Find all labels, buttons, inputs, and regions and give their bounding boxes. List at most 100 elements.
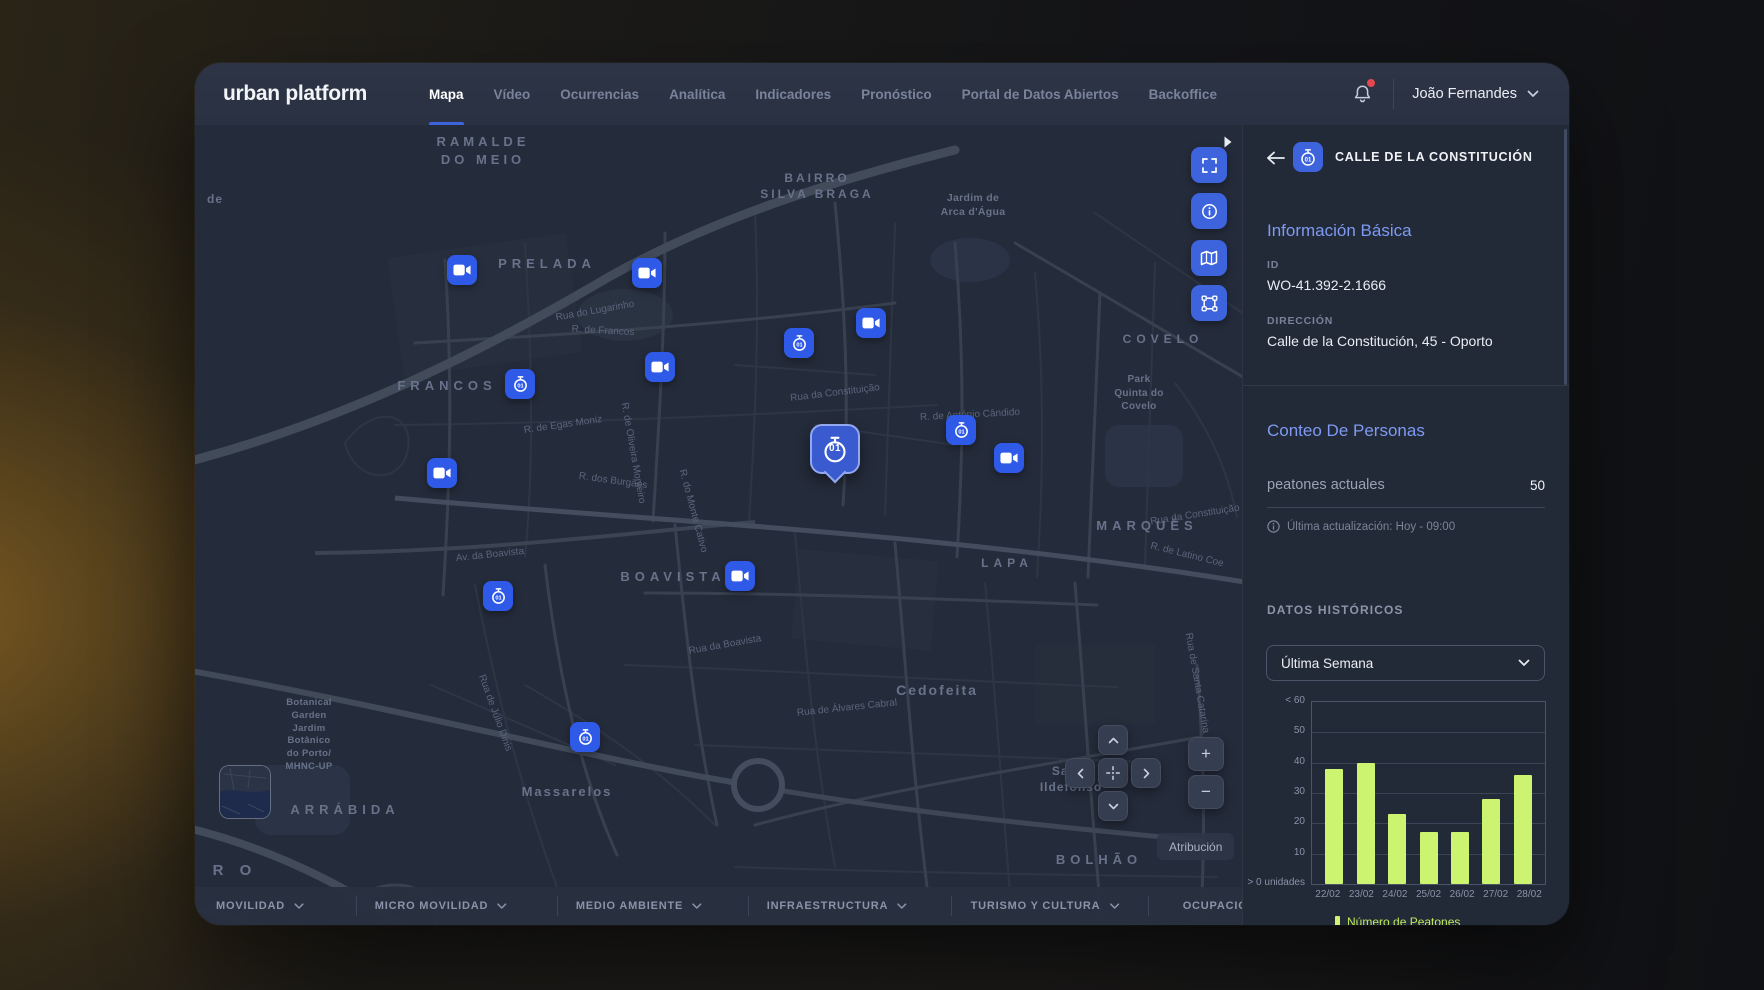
video-camera-icon (731, 569, 749, 583)
category-label: MICRO MOVILIDAD (375, 900, 488, 912)
zoom-in-button[interactable]: + (1188, 737, 1224, 771)
people-counter-icon: 01 (1299, 148, 1317, 167)
desktop-background: urban platform MapaVídeoOcurrenciasAnalí… (0, 0, 1764, 990)
chart-y-tick: > 0 unidades (1245, 877, 1305, 888)
arrow-left-icon (1266, 151, 1286, 165)
tab-mapa[interactable]: Mapa (429, 63, 464, 125)
nav-divider (1393, 79, 1394, 109)
video-camera-icon (1000, 451, 1018, 465)
category-micro-movilidad[interactable]: MICRO MOVILIDAD (375, 887, 507, 925)
tab-backoffice[interactable]: Backoffice (1149, 63, 1217, 125)
category-scroll-right[interactable] (1223, 135, 1233, 154)
selected-counter-marker[interactable]: 01 (810, 424, 860, 474)
info-circle-icon (1267, 520, 1280, 533)
counter-marker[interactable]: 01 (483, 581, 513, 611)
chart-y-tick: 20 (1245, 816, 1305, 827)
crosshair-icon (1106, 766, 1120, 780)
mini-map[interactable] (219, 765, 271, 819)
period-dropdown-value: Última Semana (1281, 656, 1373, 671)
chart-y-tick: 10 (1245, 847, 1305, 858)
section-divider (1243, 385, 1569, 386)
pan-center-button[interactable] (1098, 758, 1128, 788)
history-bar-chart: < 605040302010> 0 unidades 22/0223/0224/… (1243, 693, 1569, 925)
counter-marker[interactable]: 01 (570, 722, 600, 752)
people-counter-icon: 01 (953, 421, 970, 439)
app-window: urban platform MapaVídeoOcurrenciasAnalí… (195, 63, 1569, 925)
map-district-label: Jardim de Arca d'Água (941, 191, 1006, 219)
tab-pronostico[interactable]: Pronóstico (861, 63, 932, 125)
svg-text:01: 01 (495, 596, 501, 602)
info-button[interactable] (1191, 193, 1227, 229)
chart-x-label: 23/02 (1345, 889, 1379, 900)
camera-marker[interactable] (994, 443, 1024, 473)
chevron-down-icon (1109, 903, 1119, 910)
chevron-down-icon (1518, 659, 1530, 667)
counter-marker[interactable]: 01 (784, 328, 814, 358)
camera-marker[interactable] (645, 352, 675, 382)
id-label: ID (1267, 259, 1279, 271)
map-district-label: COVELO (1123, 331, 1204, 347)
category-divider (1148, 896, 1149, 916)
video-camera-icon (638, 266, 656, 280)
user-menu[interactable]: João Fernandes (1412, 86, 1539, 102)
chart-x-label: 22/02 (1311, 889, 1345, 900)
fullscreen-icon (1201, 157, 1218, 174)
tab-ocurrencias[interactable]: Ocurrencias (560, 63, 639, 125)
counter-marker[interactable]: 01 (505, 369, 535, 399)
address-value: Calle de la Constitución, 45 - Oporto (1267, 333, 1493, 349)
category-turismo-y-cultura[interactable]: TURISMO Y CULTURA (971, 887, 1120, 925)
zoom-out-button[interactable]: − (1188, 775, 1224, 809)
selected-marker-label: 01 (829, 443, 841, 454)
notification-badge (1367, 79, 1375, 87)
section-heading-count: Conteo De Personas (1267, 421, 1425, 441)
pan-right-button[interactable] (1131, 758, 1161, 788)
legend-label: Número de Peatones (1347, 915, 1460, 925)
category-divider (951, 896, 952, 916)
map-district-label: de (207, 191, 223, 207)
pan-up-button[interactable] (1098, 725, 1128, 755)
category-medio-ambiente[interactable]: MEDIO AMBIENTE (576, 887, 702, 925)
svg-text:01: 01 (1305, 157, 1312, 163)
camera-marker[interactable] (447, 255, 477, 285)
detail-sidebar: 01 CALLE DE LA CONSTITUCIÓN Información … (1242, 125, 1569, 925)
video-camera-icon (433, 466, 451, 480)
notifications-button[interactable] (1349, 81, 1375, 107)
main-stage: RAMALDE DO MEIOBAIRRO SILVA BRAGAJardim … (195, 125, 1569, 925)
chevron-down-icon (294, 903, 304, 910)
metric-row: peatones actuales 50 (1267, 477, 1545, 493)
attribution-button[interactable]: Atribución (1157, 833, 1234, 860)
pan-down-button[interactable] (1098, 791, 1128, 821)
svg-text:01: 01 (958, 430, 964, 436)
chart-y-tick: 30 (1245, 786, 1305, 797)
tab-indicadores[interactable]: Indicadores (755, 63, 831, 125)
tab-portal-de-datos-abiertos[interactable]: Portal de Datos Abiertos (962, 63, 1119, 125)
sidebar-scrollbar[interactable] (1564, 129, 1567, 385)
map-icon (1200, 250, 1218, 266)
period-dropdown[interactable]: Última Semana (1266, 645, 1545, 681)
camera-marker[interactable] (427, 458, 457, 488)
counter-marker[interactable]: 01 (946, 415, 976, 445)
camera-marker[interactable] (725, 561, 755, 591)
select-area-button[interactable] (1191, 285, 1227, 321)
tab-video[interactable]: Vídeo (494, 63, 531, 125)
back-button[interactable] (1263, 145, 1289, 171)
chart-x-label: 24/02 (1378, 889, 1412, 900)
camera-marker[interactable] (632, 258, 662, 288)
camera-marker[interactable] (856, 308, 886, 338)
tab-analitica[interactable]: Analítica (669, 63, 725, 125)
layers-button[interactable] (1191, 240, 1227, 276)
people-counter-icon: 01 (577, 728, 594, 746)
category-ocupacion[interactable]: OCUPACIÓN (1183, 887, 1243, 925)
pan-left-button[interactable] (1065, 758, 1095, 788)
info-icon (1201, 203, 1218, 220)
category-label: MEDIO AMBIENTE (576, 900, 683, 912)
chevron-down-icon (497, 903, 507, 910)
category-divider (557, 896, 558, 916)
category-infraestructura[interactable]: INFRAESTRUCTURA (767, 887, 907, 925)
map-district-label: LAPA (981, 555, 1033, 571)
fullscreen-button[interactable] (1191, 147, 1227, 183)
category-movilidad[interactable]: MOVILIDAD (216, 887, 304, 925)
category-bar: MOVILIDAD MICRO MOVILIDAD MEDIO AMBIENTE IN… (195, 887, 1243, 925)
category-label: TURISMO Y CULTURA (971, 900, 1101, 912)
user-name: João Fernandes (1412, 86, 1517, 102)
